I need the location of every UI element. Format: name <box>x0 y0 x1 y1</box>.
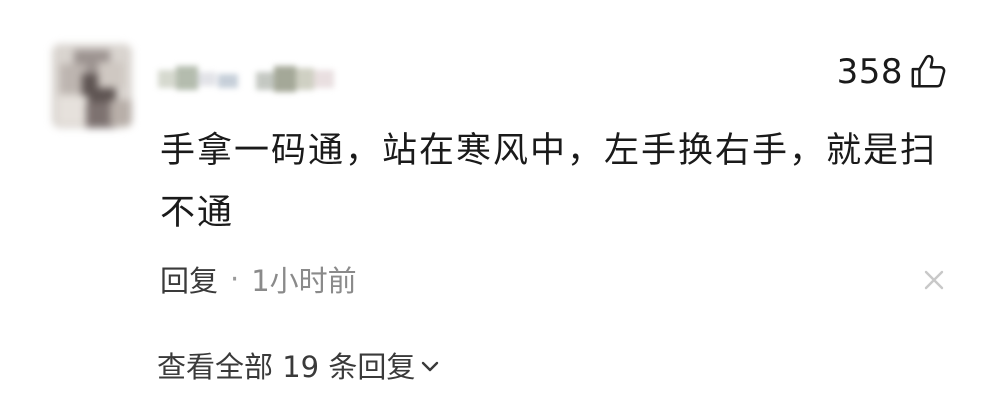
comment-text: 手拿一码通，站在寒风中，左手换右手，就是扫 不通 <box>160 120 960 244</box>
meta-separator: · <box>230 262 240 296</box>
thumbs-up-icon[interactable] <box>909 53 947 91</box>
like-count: 358 <box>836 52 903 92</box>
comment-meta: 回复 · 1小时前 <box>160 258 357 300</box>
comment-text-line: 手拿一码通，站在寒风中，左手换右手，就是扫 <box>160 131 938 171</box>
reply-button[interactable]: 回复 <box>160 258 218 300</box>
timestamp: 1小时前 <box>251 264 357 298</box>
comment-text-line: 不通 <box>160 193 235 233</box>
chevron-down-icon <box>422 361 439 372</box>
view-all-replies-label: 查看全部 19 条回复 <box>157 350 416 384</box>
like-control[interactable]: 358 <box>837 52 947 92</box>
comment-item: 358 手拿一码通，站在寒风中，左手换右手，就是扫 不通 回复 · 1小时前 查… <box>0 0 1005 415</box>
avatar[interactable] <box>52 44 132 128</box>
view-all-replies-button[interactable]: 查看全部 19 条回复 <box>157 344 441 386</box>
close-icon[interactable] <box>922 268 946 292</box>
username-blurred[interactable] <box>158 62 338 96</box>
